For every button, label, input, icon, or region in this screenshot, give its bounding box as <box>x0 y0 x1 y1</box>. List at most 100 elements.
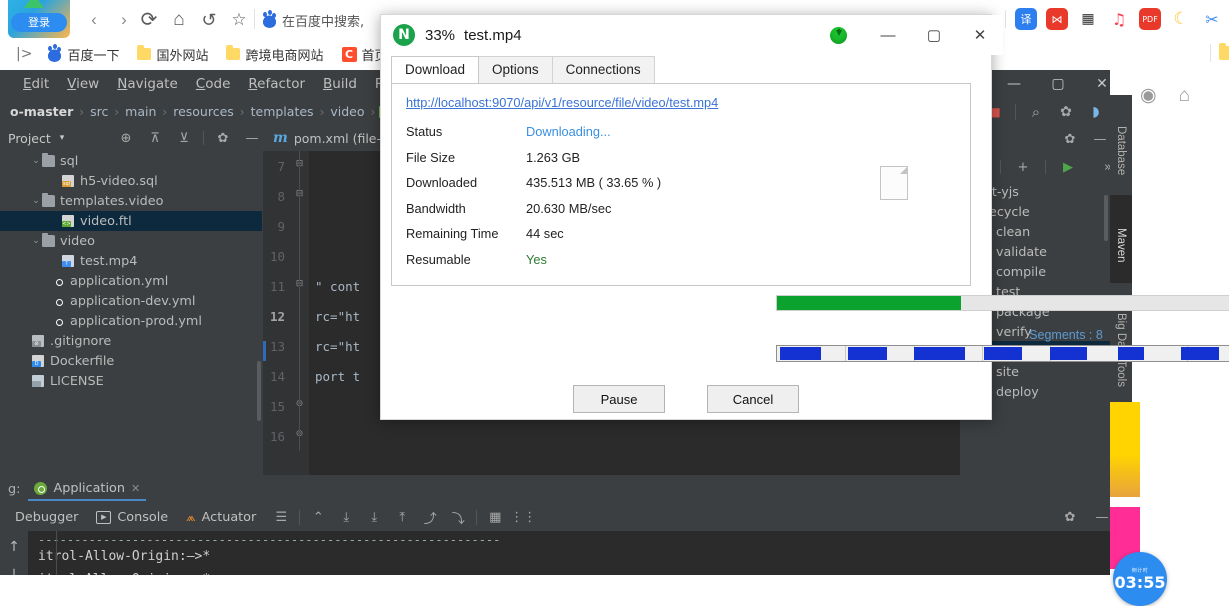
pause-button[interactable]: Pause <box>573 385 665 413</box>
bookmark-foreign-sites[interactable]: 国外网站 <box>128 41 217 67</box>
share-extension-icon[interactable]: ⋈ <box>1046 8 1068 30</box>
breadcrumb-item-templates[interactable]: templates <box>245 104 320 119</box>
editor-gutter[interactable]: 7⊟8⊟91011⊟12131415⊝16⊝ <box>263 151 309 475</box>
tab-actuator[interactable]: ⩕ Actuator <box>177 507 265 528</box>
settings-icon[interactable]: ✿ <box>1056 102 1076 122</box>
cancel-button[interactable]: Cancel <box>707 385 799 413</box>
tree-item-application-dev-yml[interactable]: application-dev.yml <box>0 291 262 311</box>
settings-icon[interactable]: ✿ <box>213 128 233 148</box>
expand-all-icon[interactable]: ⊼ <box>145 128 165 148</box>
project-panel-title[interactable]: Project <box>4 131 51 146</box>
scissors-extension-icon[interactable]: ✂ <box>1201 8 1223 30</box>
tree-item-h5-video-sql[interactable]: sql h5-video.sql <box>0 171 262 191</box>
breadcrumb-item-video[interactable]: video <box>324 104 370 119</box>
chevron-down-icon[interactable]: ▾ <box>60 133 65 143</box>
console-output[interactable]: ----------------------------------------… <box>28 531 1110 575</box>
dialog-minimize-button[interactable]: — <box>865 15 911 55</box>
eye-icon[interactable]: ◉ <box>1140 84 1157 107</box>
forward-button[interactable]: › <box>112 8 136 32</box>
countdown-timer-badge[interactable]: 倒计时 03:55 <box>1113 552 1167 606</box>
back-button[interactable]: ‹ <box>82 8 106 32</box>
apps-grid-icon[interactable]: ▦ <box>1077 8 1099 30</box>
tab-console[interactable]: ▶ Console <box>87 507 177 528</box>
menu-code[interactable]: Code <box>187 73 240 95</box>
minimize-icon[interactable]: — <box>1090 129 1110 149</box>
home-icon[interactable]: ⌂ <box>166 7 192 33</box>
tree-item--gitignore[interactable]: ⊘ .gitignore <box>0 331 262 351</box>
music-extension-icon[interactable]: ♫ <box>1108 8 1130 30</box>
more-icon[interactable]: » <box>1098 157 1110 177</box>
close-icon[interactable]: ✕ <box>131 482 140 495</box>
tree-item-video-ftl[interactable]: <> video.ftl <box>0 211 262 231</box>
table-icon[interactable]: ▦ <box>485 507 505 527</box>
run-to-cursor-icon[interactable]: ⤴ <box>420 507 440 527</box>
add-icon[interactable]: + <box>1013 157 1033 177</box>
bookmark-cross-border-ecommerce[interactable]: 跨境电商网站 <box>217 41 332 67</box>
project-tree-scrollbar[interactable] <box>257 361 261 421</box>
reload-icon[interactable]: ⟳ <box>136 7 162 33</box>
down-arrow-icon[interactable]: ↓ <box>8 567 20 575</box>
tree-item-license[interactable]: LICENSE <box>0 371 262 391</box>
tab-options[interactable]: Options <box>478 56 553 83</box>
chevron-down-icon[interactable]: ⌄ <box>30 235 42 247</box>
ad-banner-yellow[interactable] <box>1110 402 1140 497</box>
undo-icon[interactable]: ↺ <box>196 7 222 33</box>
layout-icon[interactable]: ⋮⋮ <box>510 507 536 527</box>
pdf-extension-icon[interactable]: PDF <box>1139 8 1161 30</box>
dialog-maximize-button[interactable]: ▢ <box>911 15 957 55</box>
tree-item-application-prod-yml[interactable]: application-prod.yml <box>0 311 262 331</box>
chevron-down-icon[interactable]: ⌄ <box>30 155 42 167</box>
minimize-icon[interactable]: — <box>1092 507 1110 527</box>
menu-refactor[interactable]: Refactor <box>239 73 314 95</box>
bookmark-star-icon[interactable]: ☆ <box>226 7 252 33</box>
menu-view[interactable]: View <box>58 73 108 95</box>
tool-window-database[interactable]: Database <box>1110 95 1132 207</box>
project-tree[interactable]: ⌄ sql sql h5-video.sql ⌄ templates.video <> vid… <box>0 151 262 475</box>
locate-icon[interactable]: ⊕ <box>116 128 136 148</box>
tab-debugger[interactable]: Debugger <box>6 507 87 528</box>
force-step-into-icon[interactable]: ⤒ <box>392 507 412 527</box>
shirt-icon[interactable]: ⌂ <box>1179 85 1190 107</box>
download-url-link[interactable]: http://localhost:9070/api/v1/resource/fi… <box>406 95 718 110</box>
search-everywhere-icon[interactable]: ⌕ <box>1026 102 1046 122</box>
tab-download[interactable]: Download <box>391 56 480 83</box>
breadcrumb-item-main[interactable]: main <box>119 104 162 119</box>
dark-mode-icon[interactable]: ☾ <box>1170 8 1192 30</box>
evaluate-icon[interactable]: ⤵ <box>448 507 468 527</box>
tree-item-templates-video[interactable]: ⌄ templates.video <box>0 191 262 211</box>
bookmark-baidu[interactable]: 百度一下 <box>38 41 128 67</box>
minimize-icon[interactable]: — <box>242 128 262 148</box>
folder-icon[interactable] <box>1219 43 1229 60</box>
run-icon[interactable]: ▶ <box>1058 157 1078 177</box>
step-over-icon[interactable]: ⤓ <box>336 507 356 527</box>
tab-connections[interactable]: Connections <box>551 56 655 83</box>
up-arrow-icon[interactable]: ↑ <box>8 539 20 555</box>
browser-login-badge[interactable]: 登录 <box>8 0 70 38</box>
bookmarks-overflow-icon[interactable]: |> <box>10 46 38 62</box>
baidu-search-entry[interactable]: 在百度中搜索, <box>262 9 364 31</box>
ide-maximize-button[interactable]: ▢ <box>1036 70 1080 98</box>
menu-build[interactable]: Build <box>314 73 366 95</box>
step-into-icon[interactable]: ⤓ <box>364 507 384 527</box>
collapse-all-icon[interactable]: ⊻ <box>174 128 194 148</box>
run-tab-application[interactable]: Application ✕ <box>28 478 147 501</box>
editor-tab-pom-xml[interactable]: pom.xml (file-u <box>294 131 389 146</box>
tree-item-sql[interactable]: ⌄ sql <box>0 151 262 171</box>
plugin-icon[interactable]: ◗ <box>1086 102 1106 122</box>
breadcrumb-item-src[interactable]: src <box>84 104 114 119</box>
ide-minimize-button[interactable]: — <box>992 70 1036 98</box>
menu-navigate[interactable]: Navigate <box>108 73 187 95</box>
ide-close-button[interactable]: ✕ <box>1080 70 1110 98</box>
tree-item-application-yml[interactable]: application.yml <box>0 271 262 291</box>
settings-icon[interactable]: ✿ <box>1060 507 1080 527</box>
tool-window-maven[interactable]: Maven <box>1110 195 1132 295</box>
step-out-icon[interactable]: ⌃ <box>308 507 328 527</box>
dialog-close-button[interactable]: ✕ <box>957 15 1003 55</box>
translate-extension-icon[interactable]: 译 <box>1015 8 1037 30</box>
tree-item-video[interactable]: ⌄ video <box>0 231 262 251</box>
tree-item-dockerfile[interactable]: D Dockerfile <box>0 351 262 371</box>
tree-item-test-mp4[interactable]: ? test.mp4 <box>0 251 262 271</box>
breadcrumb-item-project[interactable]: o-master <box>4 104 79 119</box>
chevron-down-icon[interactable]: ⌄ <box>30 195 42 207</box>
menu-edit[interactable]: Edit <box>14 73 58 95</box>
